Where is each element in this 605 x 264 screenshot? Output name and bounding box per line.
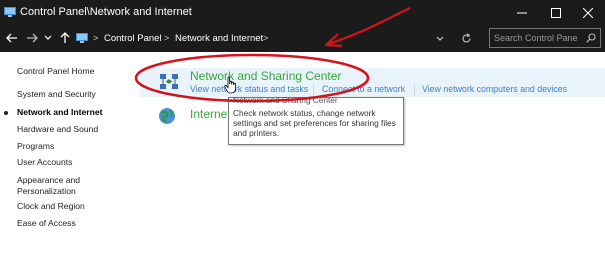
annotation-arrow: [327, 7, 411, 46]
annotation-overlay: [134, 7, 411, 103]
annotation-ellipse: [134, 53, 370, 103]
